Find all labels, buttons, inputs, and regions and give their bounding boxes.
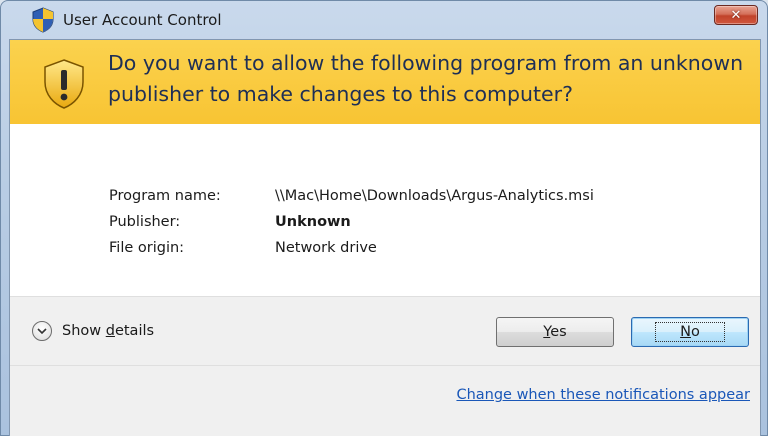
file-origin-row: File origin: Network drive xyxy=(109,240,377,256)
program-name-value: \\Mac\Home\Downloads\Argus-Analytics.msi xyxy=(275,188,594,204)
title-bar[interactable]: User Account Control ✕ xyxy=(1,1,767,37)
show-details-label[interactable]: Show details xyxy=(62,323,154,339)
button-bar: Show details Yes No xyxy=(10,296,760,366)
program-name-label: Program name: xyxy=(109,188,221,204)
program-name-row: Program name: \\Mac\Home\Downloads\Argus-… xyxy=(109,188,594,204)
show-details-accelerator: d xyxy=(105,323,115,339)
yes-button-label: Yes xyxy=(543,324,566,340)
change-notifications-link[interactable]: Change when these notifications appear xyxy=(456,387,750,403)
chevron-glyph xyxy=(37,327,47,334)
yes-button[interactable]: Yes xyxy=(496,317,614,347)
program-details: Program name: \\Mac\Home\Downloads\Argus-… xyxy=(10,124,760,296)
file-origin-value: Network drive xyxy=(275,240,377,256)
uac-window: User Account Control ✕ Do you want to al… xyxy=(0,0,768,436)
publisher-label: Publisher: xyxy=(109,214,181,230)
no-accelerator: N xyxy=(680,324,691,340)
warning-banner: Do you want to allow the following progr… xyxy=(10,40,760,124)
no-button-label: No xyxy=(655,322,725,342)
file-origin-label: File origin: xyxy=(109,240,185,256)
window-title: User Account Control xyxy=(63,11,222,29)
publisher-row: Publisher: Unknown xyxy=(109,214,351,230)
close-button[interactable]: ✕ xyxy=(714,5,758,25)
yes-text: es xyxy=(550,324,567,340)
show-details-expander[interactable]: Show details xyxy=(32,321,154,341)
show-details-text-pre: Show xyxy=(62,323,106,339)
uac-question: Do you want to allow the following progr… xyxy=(108,51,744,106)
footer: Change when these notifications appear xyxy=(10,366,760,436)
show-details-text-post: etails xyxy=(114,323,155,339)
warning-shield-icon xyxy=(44,59,84,109)
close-icon: ✕ xyxy=(730,7,742,23)
no-text: o xyxy=(690,324,700,340)
shield-icon xyxy=(32,7,54,33)
no-button[interactable]: No xyxy=(631,317,749,347)
publisher-value: Unknown xyxy=(275,214,351,230)
chevron-down-icon[interactable] xyxy=(32,321,52,341)
dialog-client-area: Do you want to allow the following progr… xyxy=(9,39,761,436)
